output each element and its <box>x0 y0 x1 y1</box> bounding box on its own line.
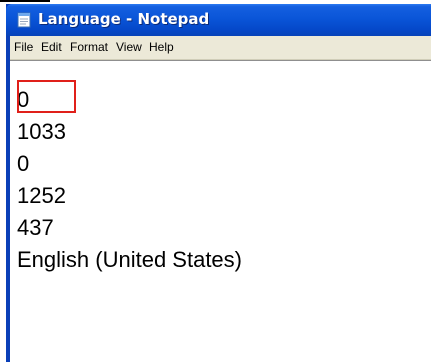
text-line: 1252 <box>17 183 66 208</box>
notepad-icon[interactable] <box>16 12 32 28</box>
menu-format[interactable]: Format <box>70 40 108 54</box>
text-editor[interactable]: 0 1033 0 1252 437 English (United States… <box>10 60 431 362</box>
menu-help[interactable]: Help <box>149 40 174 54</box>
menu-edit[interactable]: Edit <box>41 40 62 54</box>
menu-file[interactable]: File <box>14 40 33 54</box>
text-line: 437 <box>17 215 54 240</box>
menu-view[interactable]: View <box>116 40 142 54</box>
window-title: Language - Notepad <box>38 10 210 28</box>
text-line: 0 <box>17 87 30 112</box>
menu-bar: File Edit Format View Help <box>10 36 431 60</box>
screenshot: Language - Notepad File Edit Format View… <box>0 0 435 362</box>
title-bar[interactable]: Language - Notepad <box>6 4 431 36</box>
notepad-window: Language - Notepad File Edit Format View… <box>6 4 431 362</box>
text-line: 1033 <box>17 119 66 144</box>
text-line: 0 <box>17 151 30 176</box>
text-line: English (United States) <box>17 247 242 272</box>
